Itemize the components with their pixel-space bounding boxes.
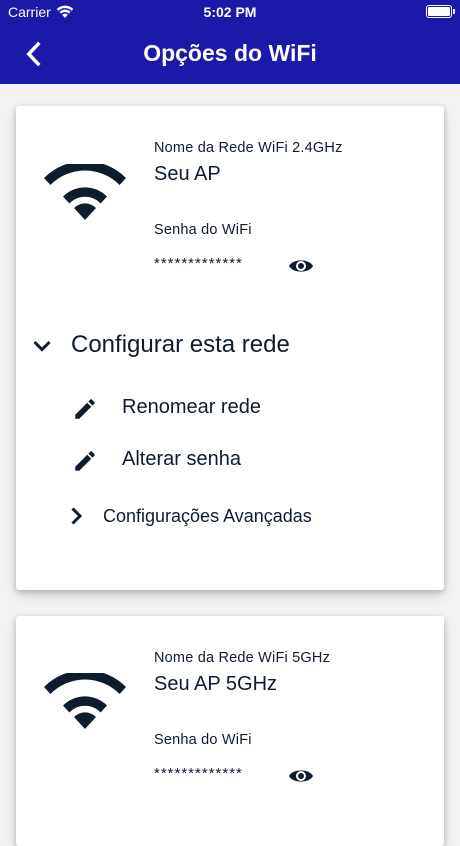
pencil-icon <box>75 399 95 419</box>
battery-icon <box>426 5 455 18</box>
rename-network-label: Renomear rede <box>122 396 261 418</box>
network-name: Seu AP <box>154 163 221 185</box>
password-label: Senha do WiFi <box>154 732 252 748</box>
change-password-button[interactable]: Alterar senha <box>72 445 412 475</box>
eye-icon[interactable] <box>288 766 314 786</box>
wifi-icon <box>44 164 126 220</box>
password-label: Senha do WiFi <box>154 222 252 238</box>
network-card-24ghz: Nome da Rede WiFi 2.4GHz Seu AP Senha do… <box>16 106 444 590</box>
clock: 5:02 PM <box>203 4 257 20</box>
wifi-icon <box>44 673 126 729</box>
password-value: ************* <box>154 255 243 272</box>
network-name-label: Nome da Rede WiFi 2.4GHz <box>154 140 343 156</box>
pencil-icon <box>75 451 95 471</box>
change-password-label: Alterar senha <box>122 448 241 470</box>
password-value: ************* <box>154 765 243 782</box>
nav-bar: Opções do WiFi <box>0 24 460 84</box>
network-name-label: Nome da Rede WiFi 5GHz <box>154 650 331 666</box>
network-card-5ghz: Nome da Rede WiFi 5GHz Seu AP 5GHz Senha… <box>16 616 444 846</box>
configure-network-toggle[interactable]: Configurar esta rede <box>30 328 430 364</box>
chevron-down-icon <box>33 340 51 352</box>
page-title: Opções do WiFi <box>143 40 317 66</box>
chevron-right-icon <box>71 507 83 525</box>
advanced-settings-button[interactable]: Configurações Avançadas <box>64 503 404 531</box>
rename-network-button[interactable]: Renomear rede <box>72 393 412 423</box>
advanced-settings-label: Configurações Avançadas <box>103 506 312 526</box>
configure-network-label: Configurar esta rede <box>71 331 290 358</box>
eye-icon[interactable] <box>288 256 314 276</box>
network-name: Seu AP 5GHz <box>154 673 278 695</box>
status-bar: Carrier 5:02 PM <box>0 0 460 24</box>
